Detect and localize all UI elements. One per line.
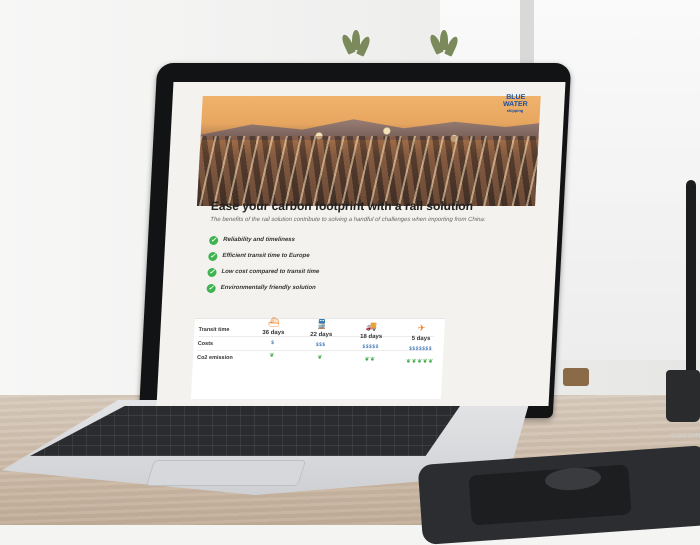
mode-column-train: 🚆 22 days $$$ ❦ — [297, 319, 345, 361]
list-item: ✓ Low cost compared to transit time — [207, 267, 320, 277]
brand-logo[interactable]: BLUE WATER shipping — [499, 94, 530, 120]
trackpad[interactable] — [145, 460, 307, 486]
comparison-table: Transit time Costs Co2 emission ⛴ 36 day… — [190, 317, 446, 399]
co2-indicator: ❦ — [269, 353, 276, 359]
plane-icon: ✈ — [417, 323, 426, 333]
stylus-pen — [686, 180, 696, 375]
co2-indicator: ❦❦ — [364, 357, 376, 363]
check-icon: ✓ — [207, 267, 217, 277]
list-item: ✓ Efficient transit time to Europe — [208, 251, 310, 261]
cost-indicator: $$$ — [315, 342, 326, 348]
plant-icon — [428, 30, 460, 66]
cost-indicator: $$$$$ — [362, 344, 379, 350]
plant-icon — [340, 30, 372, 66]
row-label-transit: Transit time — [198, 327, 230, 333]
mode-column-truck: 🚚 18 days $$$$$ ❦❦ — [347, 321, 395, 363]
co2-indicator: ❦ — [317, 355, 323, 361]
cost-indicator: $$$$$$$ — [408, 346, 433, 352]
ship-icon: ⛴ — [267, 317, 280, 327]
truck-icon: 🚚 — [365, 321, 378, 331]
co2-indicator: ❦❦❦❦❦ — [405, 359, 434, 365]
mode-column-ship: ⛴ 36 days $ ❦ — [249, 317, 297, 359]
row-label-costs: Costs — [197, 341, 214, 347]
check-icon: ✓ — [208, 235, 219, 245]
benefit-list: ✓ Reliability and timeliness ✓ Efficient t… — [206, 232, 321, 296]
check-icon: ✓ — [208, 251, 218, 261]
page-title: Ease your carbon footprint with a rail s… — [210, 199, 474, 213]
hero-image-rail-yard — [196, 96, 541, 206]
train-icon: 🚆 — [315, 319, 328, 329]
row-label-co2: Co2 emission — [196, 355, 233, 361]
background-object — [563, 368, 589, 386]
cost-indicator: $ — [271, 340, 275, 346]
list-item: ✓ Reliability and timeliness — [208, 235, 296, 245]
mode-column-plane: ✈ 5 days $$$$$$$ ❦❦❦❦❦ — [397, 323, 445, 365]
page-subtitle: The benefits of the rail solution contri… — [210, 217, 486, 223]
laptop-screen: BLUE WATER shipping Ease your carbon foo… — [156, 82, 566, 406]
list-item: ✓ Environmentally friendly solution — [206, 283, 316, 293]
tablet-brand-label: wacom — [670, 430, 700, 440]
check-icon: ✓ — [206, 283, 216, 293]
pen-holder — [666, 370, 700, 422]
